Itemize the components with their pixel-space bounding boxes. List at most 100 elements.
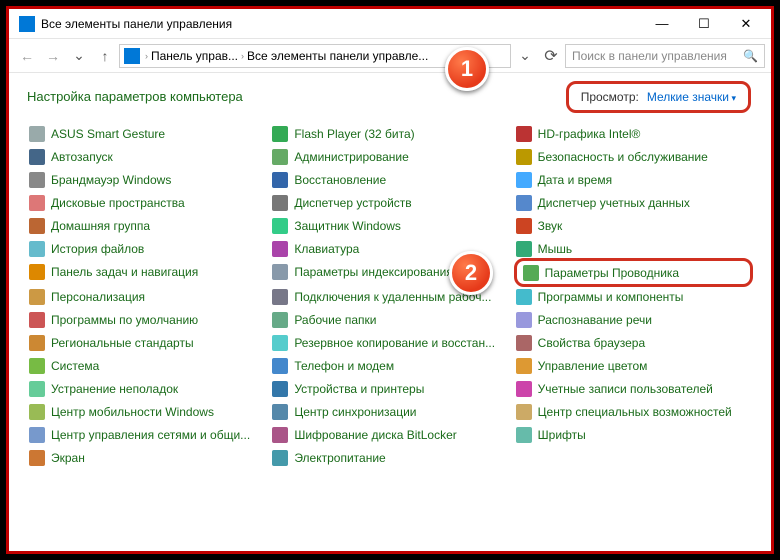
crumb-dropdown[interactable]: ⌄	[513, 44, 537, 68]
view-selector[interactable]: Просмотр: Мелкие значки	[566, 81, 751, 113]
cpl-item[interactable]: Учетные записи пользователей	[514, 377, 753, 400]
view-value[interactable]: Мелкие значки	[647, 90, 736, 104]
cpl-item-icon	[516, 358, 532, 374]
cpl-item[interactable]: Диспетчер учетных данных	[514, 191, 753, 214]
forward-button[interactable]: →	[41, 44, 65, 68]
cpl-item[interactable]: Администрирование	[270, 145, 509, 168]
cpl-item-icon	[516, 149, 532, 165]
cpl-item-label: Клавиатура	[294, 242, 359, 256]
minimize-button[interactable]: —	[641, 10, 683, 38]
cpl-item[interactable]: Электропитание	[270, 446, 509, 469]
annotation-badge-2: 2	[449, 251, 493, 295]
cpl-item-icon	[516, 289, 532, 305]
cpl-item[interactable]: Восстановление	[270, 168, 509, 191]
cpl-item-icon	[516, 195, 532, 211]
cpl-item-icon	[29, 427, 45, 443]
cpl-item-label: Управление цветом	[538, 359, 648, 373]
cpl-item-label: Учетные записи пользователей	[538, 382, 713, 396]
cpl-item-icon	[29, 195, 45, 211]
cpl-item-icon	[272, 289, 288, 305]
cpl-item[interactable]: Шифрование диска BitLocker	[270, 423, 509, 446]
cpl-item-icon	[516, 381, 532, 397]
cpl-item-icon	[29, 450, 45, 466]
cpl-item-label: Телефон и модем	[294, 359, 394, 373]
cpl-item-label: Панель задач и навигация	[51, 265, 198, 279]
refresh-button[interactable]: ⟳	[539, 44, 563, 68]
cpl-item[interactable]: ASUS Smart Gesture	[27, 122, 266, 145]
cpl-item[interactable]: Мышь	[514, 237, 753, 260]
cpl-item[interactable]: Телефон и модем	[270, 354, 509, 377]
cpl-item[interactable]: Шрифты	[514, 423, 753, 446]
cpl-item[interactable]: Защитник Windows	[270, 214, 509, 237]
cpl-item[interactable]: Система	[27, 354, 266, 377]
cpl-item[interactable]: Резервное копирование и восстан...	[270, 331, 509, 354]
cpl-item[interactable]: Персонализация	[27, 285, 266, 308]
cpl-item[interactable]: HD-графика Intel®	[514, 122, 753, 145]
history-dropdown[interactable]: ⌄	[67, 44, 91, 68]
search-placeholder: Поиск в панели управления	[572, 49, 727, 63]
cpl-item[interactable]: Устранение неполадок	[27, 377, 266, 400]
crumb-1[interactable]: Панель управ...	[151, 49, 238, 63]
cpl-item[interactable]: Домашняя группа	[27, 214, 266, 237]
crumb-2[interactable]: Все элементы панели управле...	[247, 49, 428, 63]
cpl-item[interactable]: Звук	[514, 214, 753, 237]
cpl-item-icon	[516, 404, 532, 420]
cpl-item[interactable]: История файлов	[27, 237, 266, 260]
cpl-item[interactable]: Параметры Проводника	[521, 262, 746, 283]
cpl-item[interactable]: Рабочие папки	[270, 308, 509, 331]
cpl-item-label: Центр синхронизации	[294, 405, 416, 419]
cpl-item[interactable]: Безопасность и обслуживание	[514, 145, 753, 168]
cpl-item-icon	[272, 335, 288, 351]
cpl-item-icon	[516, 172, 532, 188]
cpl-item[interactable]: Диспетчер устройств	[270, 191, 509, 214]
window-title: Все элементы панели управления	[41, 17, 641, 31]
cpl-item-icon	[516, 312, 532, 328]
cpl-item-label: Устройства и принтеры	[294, 382, 424, 396]
cpl-item-icon	[29, 264, 45, 280]
cpl-item-icon	[272, 218, 288, 234]
cpl-item[interactable]: Управление цветом	[514, 354, 753, 377]
cpl-item-icon	[272, 241, 288, 257]
search-icon: 🔍	[743, 49, 758, 63]
cpl-item[interactable]: Свойства браузера	[514, 331, 753, 354]
cpl-item-label: Безопасность и обслуживание	[538, 150, 708, 164]
cpl-item[interactable]: Устройства и принтеры	[270, 377, 509, 400]
cpl-item-label: HD-графика Intel®	[538, 127, 641, 141]
cpl-item[interactable]: Автозапуск	[27, 145, 266, 168]
cpl-item[interactable]: Программы и компоненты	[514, 285, 753, 308]
cpl-item-icon	[29, 218, 45, 234]
maximize-button[interactable]: ☐	[683, 10, 725, 38]
cpl-item[interactable]: Программы по умолчанию	[27, 308, 266, 331]
up-button[interactable]: ↑	[93, 44, 117, 68]
cpl-item-icon	[523, 265, 539, 281]
cpl-item[interactable]: Экран	[27, 446, 266, 469]
cpl-item[interactable]: Дисковые пространства	[27, 191, 266, 214]
cpl-item-icon	[29, 241, 45, 257]
cpl-item[interactable]: Центр специальных возможностей	[514, 400, 753, 423]
cpl-item-label: Центр специальных возможностей	[538, 405, 732, 419]
cpl-item-label: Центр управления сетями и общи...	[51, 428, 250, 442]
cpl-item-icon	[272, 172, 288, 188]
cpl-item-label: Брандмауэр Windows	[51, 173, 171, 187]
cpl-item[interactable]: Центр управления сетями и общи...	[27, 423, 266, 446]
cpl-item-label: История файлов	[51, 242, 144, 256]
cpl-item-icon	[29, 289, 45, 305]
close-button[interactable]: ✕	[725, 10, 767, 38]
cpl-item[interactable]: Центр мобильности Windows	[27, 400, 266, 423]
search-input[interactable]: Поиск в панели управления 🔍	[565, 44, 765, 68]
cpl-item[interactable]: Центр синхронизации	[270, 400, 509, 423]
cpl-item[interactable]: Дата и время	[514, 168, 753, 191]
back-button[interactable]: ←	[15, 44, 39, 68]
cpl-item[interactable]: Flash Player (32 бита)	[270, 122, 509, 145]
cpl-item[interactable]: Панель задач и навигация	[27, 260, 266, 283]
annotation-badge-1: 1	[445, 47, 489, 91]
cpl-item-label: Электропитание	[294, 451, 385, 465]
control-panel-icon	[19, 16, 35, 32]
cpl-item-icon	[516, 126, 532, 142]
cpl-item-icon	[272, 149, 288, 165]
cpl-item-label: Параметры индексирования	[294, 265, 452, 279]
cpl-item[interactable]: Брандмауэр Windows	[27, 168, 266, 191]
cpl-item-icon	[29, 358, 45, 374]
cpl-item[interactable]: Распознавание речи	[514, 308, 753, 331]
cpl-item[interactable]: Региональные стандарты	[27, 331, 266, 354]
